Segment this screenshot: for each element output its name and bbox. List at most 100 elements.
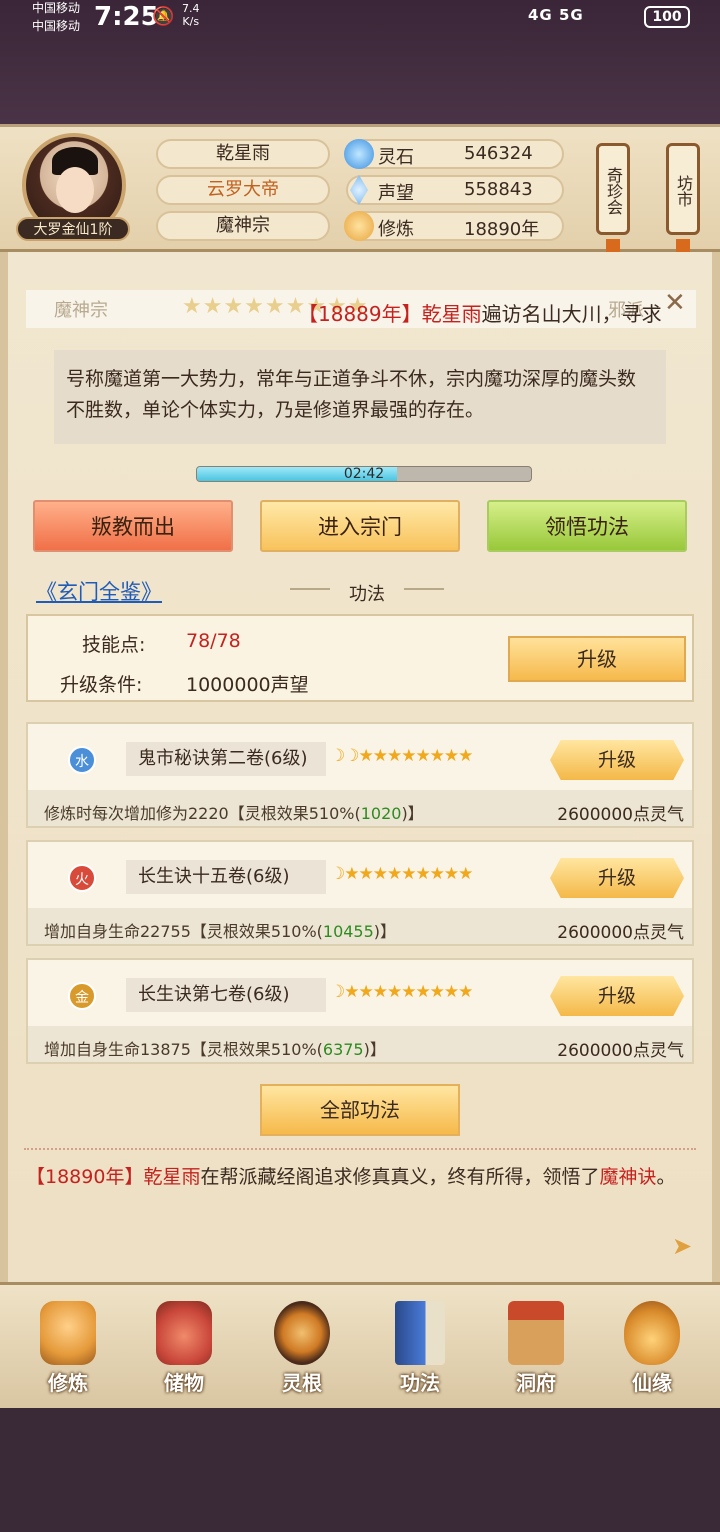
carrier-2: 中国移动	[32, 19, 81, 33]
stat-spirit-stone: 灵石 546324	[344, 139, 564, 169]
skill-card: 水 鬼市秘诀第二卷(6级) ☽☽★★★★★★★★ 升级 修炼时每次增加修为222…	[26, 722, 694, 828]
timer-text: 02:42	[343, 466, 385, 482]
mute-icon: 🔕	[152, 6, 175, 27]
betray-sect-button[interactable]: 叛教而出	[33, 500, 233, 552]
nav-skills[interactable]: 功法	[370, 1301, 470, 1405]
market-button[interactable]: 坊市	[666, 143, 700, 235]
effect-end: )】	[363, 1040, 386, 1059]
water-element-icon: 水	[68, 746, 96, 774]
nav-label: 储物	[164, 1371, 204, 1395]
next-arrow-icon[interactable]: ➤	[672, 1232, 692, 1260]
treasure-fair-button[interactable]: 奇珍会	[596, 143, 630, 235]
effect-bonus: 10455	[322, 922, 374, 941]
nav-label: 修炼	[48, 1371, 88, 1395]
status-bar: 中国移动 中国移动 7:25 🔕 7.4 K/s 4G 5G 100	[0, 0, 720, 38]
log-skill: 魔神诀	[599, 1166, 657, 1188]
stat-cultivation: 修炼 18890年	[344, 211, 564, 241]
encyclopedia-link[interactable]: 《玄门全鉴》	[36, 576, 162, 606]
network-speed: 7.4 K/s	[182, 2, 200, 28]
nav-fate[interactable]: 仙缘	[602, 1301, 702, 1405]
skill-effect: 修炼时每次增加修为2220【灵根效果510%(1020)】	[44, 800, 424, 824]
effect-text: 修炼时每次增加修为2220【灵根效果510%(	[44, 804, 361, 823]
skill-card: 金 长生诀第七卷(6级) ☽★★★★★★★★★ 升级 增加自身生命13875【灵…	[26, 958, 694, 1064]
skill-name: 鬼市秘诀第二卷(6级)	[126, 742, 326, 776]
player-sect: 魔神宗	[156, 211, 330, 241]
stat-label: 修炼	[378, 219, 414, 240]
effect-bonus: 6375	[322, 1040, 364, 1059]
skill-card: 火 长生诀十五卷(6级) ☽★★★★★★★★★ 升级 增加自身生命22755【灵…	[26, 840, 694, 946]
nav-label: 洞府	[516, 1371, 556, 1395]
nav-label: 灵根	[282, 1371, 322, 1395]
cultivate-icon	[40, 1301, 96, 1365]
signal-icon: 4G 5G	[528, 6, 584, 24]
comprehend-skill-button[interactable]: 领悟功法	[487, 500, 687, 552]
bottom-strip	[0, 1408, 720, 1532]
speed-value: 7.4	[182, 2, 200, 15]
ticker-message: 【18889年】乾星雨遍访名山大川，寻求	[298, 298, 662, 327]
stat-label: 声望	[378, 183, 414, 204]
event-log: 【18890年】乾星雨在帮派藏经阁追求修真真义，终有所得，领悟了魔神诀。	[26, 1162, 692, 1193]
ticker-faint-sect: 魔神宗	[54, 300, 108, 321]
spirit-root-icon	[274, 1301, 330, 1365]
divider	[24, 1148, 696, 1150]
skill-name: 长生诀十五卷(6级)	[126, 860, 326, 894]
nav-cultivate[interactable]: 修炼	[18, 1301, 118, 1405]
skill-upgrade-button[interactable]: 升级	[550, 976, 684, 1016]
gem-icon	[344, 139, 374, 169]
upgrade-condition-value: 1000000声望	[186, 674, 309, 696]
skill-book-icon	[395, 1301, 445, 1365]
player-name: 乾星雨	[156, 139, 330, 169]
skill-points-value: 78/78	[186, 630, 241, 652]
upgrade-condition-label: 升级条件:	[60, 674, 143, 696]
meditation-icon	[344, 211, 374, 241]
effect-text: 增加自身生命22755【灵根效果510%(	[44, 922, 323, 941]
all-skills-button[interactable]: 全部功法	[260, 1084, 460, 1136]
stat-value: 18890年	[464, 219, 540, 240]
close-icon[interactable]: ✕	[664, 288, 686, 318]
skill-effect: 增加自身生命22755【灵根效果510%(10455)】	[44, 918, 396, 942]
divider	[404, 588, 444, 590]
cave-dwelling-icon	[508, 1301, 564, 1365]
news-ticker: 魔神宗 ★★★★★★★★★ 邪派 【18889年】乾星雨遍访名山大川，寻求	[26, 290, 696, 328]
stat-value: 546324	[464, 143, 533, 164]
bottom-nav: 修炼 储物 灵根 功法 洞府 仙缘	[0, 1282, 720, 1408]
face	[56, 167, 94, 213]
skill-points-label: 技能点:	[82, 634, 146, 656]
crystal-icon	[350, 175, 368, 205]
player-header: 大罗金仙1阶 乾星雨 云罗大帝 魔神宗 灵石 546324 声望 558843 …	[0, 124, 720, 263]
skill-effect: 增加自身生命13875【灵根效果510%(6375)】	[44, 1036, 386, 1060]
log-year: 【18890年】	[26, 1166, 144, 1188]
nav-label: 仙缘	[632, 1371, 672, 1395]
carrier-1: 中国移动	[32, 1, 81, 15]
enter-sect-button[interactable]: 进入宗门	[260, 500, 460, 552]
skill-upgrade-button[interactable]: 升级	[550, 858, 684, 898]
log-text: 在帮派藏经阁追求修真真义，终有所得，领悟了	[200, 1166, 600, 1188]
ticker-year: 【18889年】	[298, 302, 422, 326]
ticker-text: 遍访名山大川，寻求	[481, 302, 662, 326]
battery-icon: 100	[644, 6, 690, 28]
skill-name: 长生诀第七卷(6级)	[126, 978, 326, 1012]
nav-storage[interactable]: 储物	[134, 1301, 234, 1405]
nav-label: 功法	[400, 1371, 440, 1395]
storage-bag-icon	[156, 1301, 212, 1365]
timer-bar: 02:42	[196, 466, 532, 482]
nav-spirit-root[interactable]: 灵根	[252, 1301, 352, 1405]
gourd-icon	[624, 1301, 680, 1365]
effect-text: 增加自身生命13875【灵根效果510%(	[44, 1040, 323, 1059]
upgrade-skill-points-button[interactable]: 升级	[508, 636, 686, 682]
skill-cost: 2600000点灵气	[557, 923, 684, 943]
nav-cave[interactable]: 洞府	[486, 1301, 586, 1405]
metal-element-icon: 金	[68, 982, 96, 1010]
signal-text: 4G 5G	[528, 6, 584, 24]
stat-reputation: 声望 558843	[346, 175, 564, 205]
skill-points-panel: 技能点: 78/78 升级条件: 1000000声望 升级	[26, 614, 694, 702]
effect-end: )】	[373, 922, 397, 941]
skill-stars: ☽★★★★★★★★★	[330, 982, 473, 1002]
skill-stars: ☽☽★★★★★★★★	[330, 746, 473, 766]
effect-end: )】	[401, 804, 424, 823]
skill-upgrade-button[interactable]: 升级	[550, 740, 684, 780]
speed-unit: K/s	[182, 15, 200, 28]
sect-description: 号称魔道第一大势力，常年与正道争斗不休，宗内魔功深厚的魔头数不胜数，单论个体实力…	[54, 350, 666, 444]
effect-bonus: 1020	[360, 804, 402, 823]
skill-stars: ☽★★★★★★★★★	[330, 864, 473, 884]
